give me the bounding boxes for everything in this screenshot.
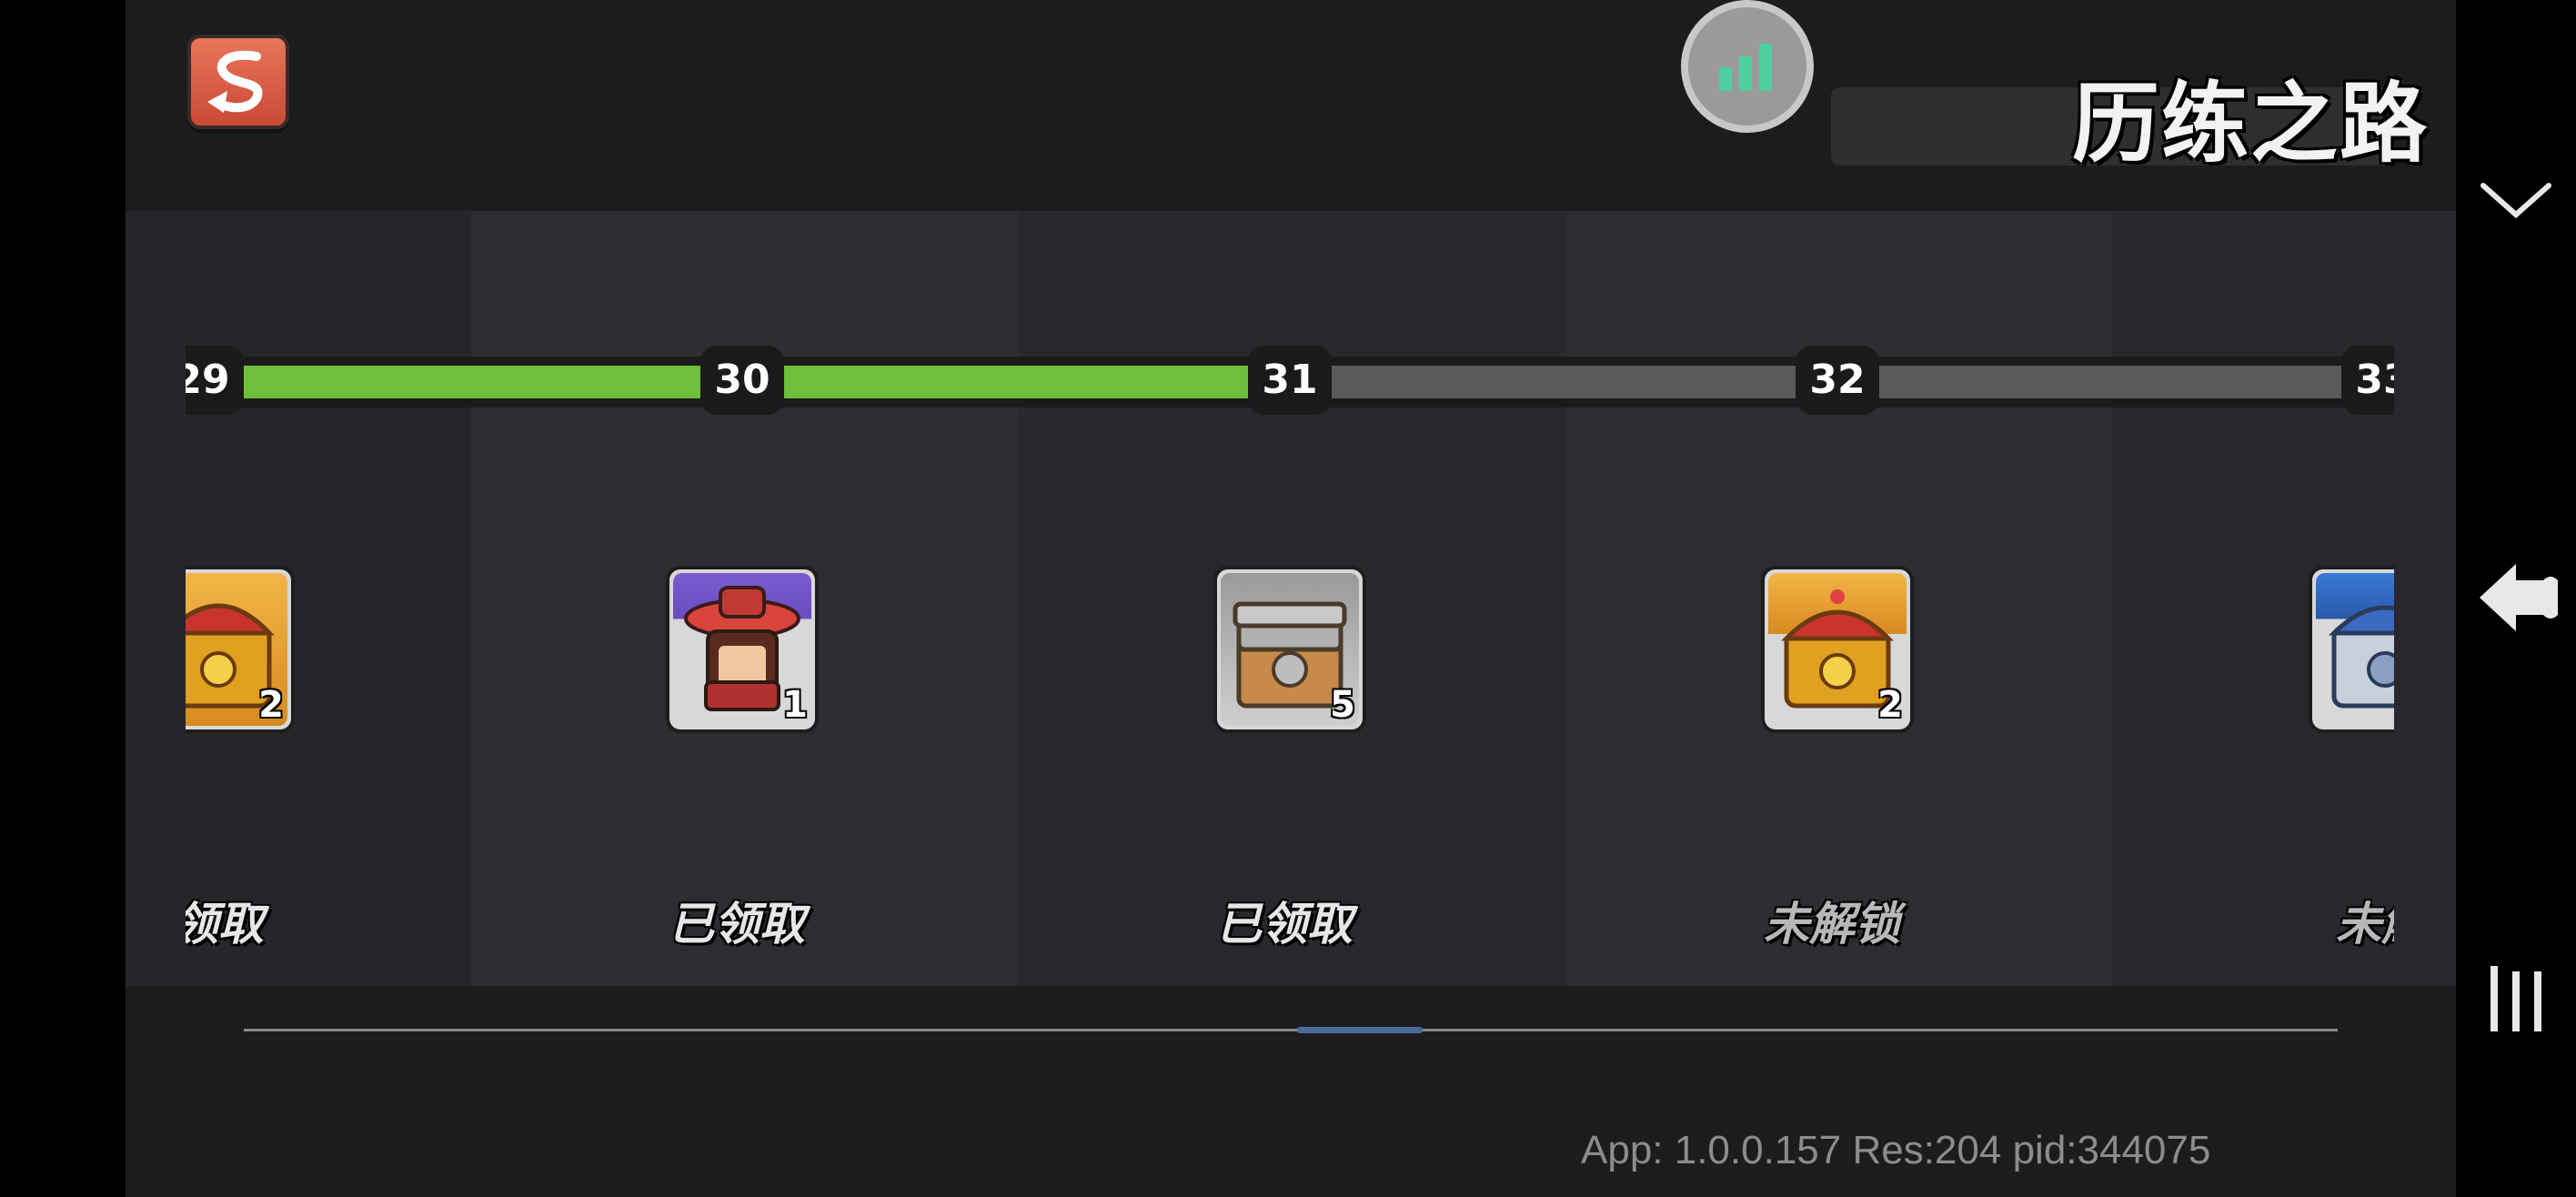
reward-status: 未解 — [2336, 898, 2394, 951]
reward-quantity: 2 — [1877, 684, 1903, 726]
blue-chest-icon — [2328, 605, 2394, 709]
page-title: 历练之路 — [2072, 73, 2429, 175]
system-nav-bar — [2456, 0, 2576, 1197]
reward-item[interactable]: 2 — [1761, 566, 1914, 733]
reward-item[interactable]: 1 — [666, 566, 819, 733]
back-button[interactable] — [187, 35, 289, 129]
reward-quantity: 1 — [782, 684, 808, 726]
reward-status: 已领取 — [1216, 898, 1353, 951]
scrollbar-thumb[interactable] — [1297, 1027, 1423, 1033]
level-node: 33 — [2341, 346, 2394, 415]
chevron-down-icon[interactable] — [2456, 173, 2576, 227]
reward-status: 领取 — [186, 898, 264, 951]
reward-status: 未解锁 — [1764, 898, 1900, 951]
signal-bars-icon — [1719, 44, 1772, 91]
game-screen: 历练之路 29 30 31 32 33 — [126, 0, 2456, 1197]
level-node: 30 — [700, 346, 784, 415]
level-node: 31 — [1248, 346, 1332, 415]
back-arrow-icon[interactable] — [2456, 557, 2576, 639]
reward-track: 29 30 31 32 33 2 — [186, 211, 2394, 986]
swirl-back-icon — [207, 50, 263, 113]
network-status-button[interactable] — [1681, 0, 1814, 133]
recents-icon[interactable] — [2456, 961, 2576, 1037]
level-node: 32 — [1796, 346, 1879, 415]
horizontal-scrollbar[interactable] — [244, 1027, 2338, 1033]
reward-path-panel[interactable]: 29 30 31 32 33 2 — [126, 211, 2456, 986]
level-node: 29 — [186, 346, 244, 415]
reward-item[interactable]: 5 — [1213, 566, 1366, 733]
version-info: App: 1.0.0.157 Res:204 pid:344075 — [1581, 1128, 2211, 1172]
reward-quantity: 5 — [1330, 684, 1355, 726]
reward-quantity: 2 — [258, 684, 284, 726]
reward-item[interactable] — [2309, 566, 2394, 733]
reward-status: 已领取 — [669, 898, 805, 951]
reward-item[interactable]: 2 — [186, 566, 295, 733]
